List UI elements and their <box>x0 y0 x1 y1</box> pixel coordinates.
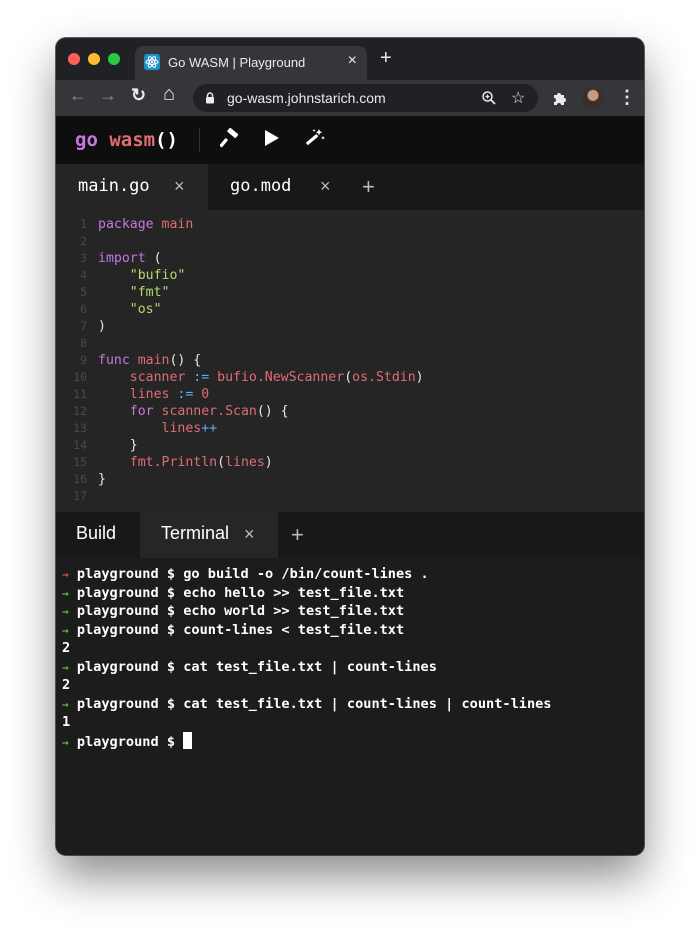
browser-tab[interactable]: Go WASM | Playground × <box>135 46 367 80</box>
terminal-output-line: 1 <box>62 714 71 730</box>
home-button[interactable]: ⌂ <box>163 83 175 106</box>
run-play-icon[interactable] <box>263 128 281 148</box>
favicon-icon <box>144 54 160 70</box>
add-terminal-button[interactable]: + <box>291 522 304 548</box>
code-editor[interactable]: 1 package main 2 3 import ( 4 "bufio" 5 "f… <box>56 210 644 512</box>
code-line: 17 <box>73 489 87 503</box>
terminal-output-line: 2 <box>62 677 71 693</box>
profile-avatar[interactable] <box>582 87 604 109</box>
tab-label: go.mod <box>230 176 292 196</box>
address-bar[interactable]: go-wasm.johnstarich.com ☆ <box>193 84 538 112</box>
app-logo: go wasm() <box>75 129 178 151</box>
logo-go: go <box>75 129 98 151</box>
back-button[interactable]: ← <box>69 85 87 106</box>
format-magic-wand-icon[interactable] <box>304 128 326 148</box>
browser-tabstrip: Go WASM | Playground × + <box>56 38 644 80</box>
window-maximize-button[interactable] <box>108 53 120 65</box>
logo-parens: () <box>155 129 178 151</box>
terminal-line: → playground $ echo world >> test_file.t… <box>62 603 405 619</box>
new-tab-button[interactable]: + <box>380 48 392 68</box>
code-line: 1 package main <box>80 217 194 232</box>
code-line: 5 "fmt" <box>80 285 170 300</box>
logo-wasm: wasm <box>109 129 156 151</box>
extensions-icon[interactable] <box>552 90 568 106</box>
add-file-button[interactable]: + <box>362 174 375 200</box>
browser-tab-close-icon[interactable]: × <box>348 52 357 70</box>
terminal-output-line: 2 <box>62 640 71 656</box>
code-line: 4 "bufio" <box>80 268 186 283</box>
close-tab-icon[interactable]: × <box>174 176 185 197</box>
code-line: 7) <box>80 319 106 334</box>
terminal-prompt[interactable]: → playground $ <box>62 731 193 750</box>
code-line: 2 <box>80 234 87 248</box>
browser-menu-icon[interactable]: ⋮ <box>618 87 636 108</box>
close-tab-icon[interactable]: × <box>320 176 331 197</box>
terminal-line: → playground $ cat test_file.txt | count… <box>62 658 437 675</box>
terminal-line: → playground $ echo hello >> test_file.t… <box>62 584 405 601</box>
build-hammer-icon[interactable] <box>220 128 240 148</box>
terminal-cursor <box>183 731 193 749</box>
code-line: 13 lines++ <box>73 421 218 436</box>
terminal-line: → playground $ go build -o /bin/count-li… <box>62 566 429 582</box>
code-line: 15 fmt.Println(lines) <box>73 455 273 470</box>
tab-build[interactable]: Build <box>56 512 140 558</box>
file-tabs: main.go × go.mod × + <box>56 164 644 210</box>
code-line: 12 for scanner.Scan() { <box>73 404 289 419</box>
terminal-line: → playground $ count-lines < test_file.t… <box>62 621 405 638</box>
code-line: 6 "os" <box>80 302 162 317</box>
tab-terminal[interactable]: Terminal × <box>140 512 278 558</box>
code-line: 9 func main() { <box>80 353 202 368</box>
lock-icon <box>206 92 214 104</box>
reload-button[interactable]: ↻ <box>131 85 146 106</box>
tab-label: Build <box>76 523 117 543</box>
code-line: 3 import ( <box>80 251 162 266</box>
header-divider <box>199 128 200 152</box>
tab-label: Terminal <box>161 523 230 543</box>
browser-tab-title: Go WASM | Playground <box>168 55 306 70</box>
browser-window: Go WASM | Playground × + ← → ↻ ⌂ go-wasm… <box>56 38 644 855</box>
code-line: 8 <box>80 336 87 350</box>
tab-go-mod[interactable]: go.mod × <box>208 164 348 210</box>
tab-main-go[interactable]: main.go × <box>56 164 208 210</box>
zoom-icon[interactable] <box>481 90 497 106</box>
app-header: go wasm() <box>56 116 644 164</box>
forward-button[interactable]: → <box>99 85 117 106</box>
terminal-line: → playground $ cat test_file.txt | count… <box>62 695 552 712</box>
url-text: go-wasm.johnstarich.com <box>227 90 386 106</box>
code-line: 16} <box>73 472 106 487</box>
bookmark-star-icon[interactable]: ☆ <box>511 88 525 108</box>
code-line: 14 } <box>73 438 138 453</box>
code-line: 11 lines := 0 <box>73 387 210 402</box>
terminal-output[interactable]: → playground $ go build -o /bin/count-li… <box>56 558 644 855</box>
console-tabs: Build Terminal × + <box>56 512 644 558</box>
window-minimize-button[interactable] <box>88 53 100 65</box>
window-close-button[interactable] <box>68 53 80 65</box>
code-line: 10 scanner := bufio.NewScanner(os.Stdin) <box>73 370 424 385</box>
tab-label: main.go <box>78 176 150 196</box>
close-terminal-icon[interactable]: × <box>244 524 255 545</box>
browser-toolbar: ← → ↻ ⌂ go-wasm.johnstarich.com ☆ ⋮ <box>56 80 644 116</box>
